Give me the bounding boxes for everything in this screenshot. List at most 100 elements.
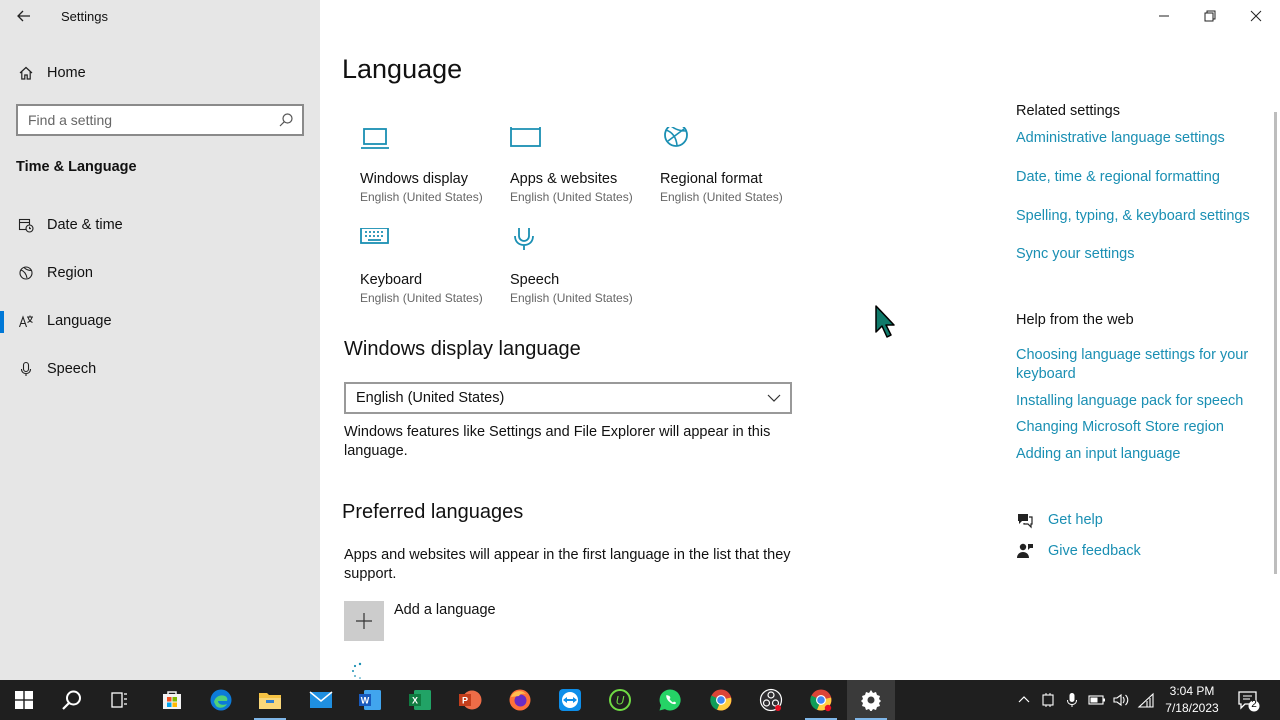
taskbar-powerpoint[interactable]: P	[446, 680, 494, 720]
taskbar-teamviewer[interactable]	[546, 680, 594, 720]
page-title: Language	[342, 54, 463, 84]
taskbar: W X P U 3:04 PM 7/18/2023 2	[0, 680, 1280, 720]
help-link-input-language[interactable]: Adding an input language	[1016, 445, 1256, 464]
taskbar-clock[interactable]: 3:04 PM 7/18/2023	[1156, 683, 1228, 717]
taskbar-mail[interactable]	[297, 680, 345, 720]
taskbar-chrome[interactable]	[697, 680, 745, 720]
help-link-language-pack-speech[interactable]: Installing language pack for speech	[1016, 392, 1256, 411]
tile-name: Keyboard	[360, 272, 423, 288]
search-field-container	[16, 104, 304, 136]
close-button[interactable]	[1233, 0, 1279, 32]
wifi-icon[interactable]	[1136, 690, 1156, 710]
microphone-icon	[510, 221, 542, 260]
help-link-store-region[interactable]: Changing Microsoft Store region	[1016, 418, 1256, 437]
help-link-keyboard-language[interactable]: Choosing language settings for your keyb…	[1016, 346, 1256, 384]
sidebar-item-speech[interactable]: Speech	[0, 349, 320, 389]
taskbar-firefox[interactable]	[496, 680, 544, 720]
start-icon	[15, 691, 33, 709]
taskbar-excel[interactable]: X	[396, 680, 444, 720]
related-link-admin-language[interactable]: Administrative language settings	[1016, 129, 1256, 148]
tile-speech[interactable]: Speech English (United States)	[510, 221, 650, 318]
sidebar-item-home[interactable]: Home	[0, 56, 320, 90]
restore-button[interactable]	[1187, 0, 1233, 32]
back-arrow-icon	[17, 10, 30, 22]
tile-subtitle: English (United States)	[510, 291, 633, 305]
tile-name: Speech	[510, 272, 560, 288]
back-button[interactable]	[14, 6, 34, 26]
add-language-button[interactable]	[344, 601, 384, 641]
volume-icon[interactable]	[1111, 690, 1131, 710]
sidebar-item-language[interactable]: Language	[0, 301, 320, 341]
taskbar-file-explorer[interactable]	[246, 680, 294, 720]
sidebar-item-label: Date & time	[47, 217, 123, 233]
give-feedback-link[interactable]: Give feedback	[1048, 543, 1141, 559]
store-icon	[163, 691, 181, 709]
microphone-icon	[17, 360, 35, 378]
tile-subtitle: English (United States)	[360, 190, 483, 204]
globe-icon	[17, 264, 35, 282]
scrollbar[interactable]	[1274, 112, 1277, 574]
svg-text:P: P	[462, 696, 468, 706]
action-center-button[interactable]: 2	[1236, 688, 1260, 712]
taskbar-obs[interactable]	[747, 680, 795, 720]
tile-name: Windows display	[360, 171, 468, 187]
display-language-value: English (United States)	[356, 390, 505, 406]
tile-apps-websites[interactable]: Apps & websites English (United States)	[510, 123, 650, 217]
search-icon[interactable]	[278, 112, 294, 128]
task-view-button[interactable]	[96, 680, 144, 720]
edge-icon	[210, 689, 232, 711]
tile-regional-format[interactable]: Regional format English (United States)	[660, 123, 800, 217]
firefox-icon	[509, 689, 531, 711]
chrome-icon	[710, 689, 732, 711]
related-link-spelling-typing[interactable]: Spelling, typing, & keyboard settings	[1016, 207, 1256, 226]
section-title: Time & Language	[16, 159, 137, 175]
display-language-heading: Windows display language	[344, 338, 581, 360]
whatsapp-icon	[659, 689, 681, 711]
display-language-select[interactable]: English (United States)	[344, 382, 792, 414]
start-button[interactable]	[0, 680, 48, 720]
related-link-date-time-regional[interactable]: Date, time & regional formatting	[1016, 168, 1256, 187]
tile-subtitle: English (United States)	[510, 190, 633, 204]
related-link-sync-settings[interactable]: Sync your settings	[1016, 245, 1256, 264]
taskbar-edge[interactable]	[197, 680, 245, 720]
taskbar-upwork[interactable]: U	[596, 680, 644, 720]
sidebar-item-label: Language	[47, 313, 112, 329]
related-settings-heading: Related settings	[1016, 103, 1120, 119]
restore-icon	[1204, 10, 1216, 22]
taskbar-whatsapp[interactable]	[646, 680, 694, 720]
sidebar-item-label: Region	[47, 265, 93, 281]
close-icon	[1250, 10, 1262, 22]
task-view-icon	[111, 692, 127, 708]
battery-icon[interactable]	[1087, 690, 1107, 710]
preferred-languages-heading: Preferred languages	[342, 501, 524, 523]
chevron-down-icon	[766, 390, 782, 406]
obs-icon	[759, 688, 783, 712]
sidebar: Settings Home Time & Language Date & tim…	[0, 0, 320, 680]
tray-device-icon[interactable]	[1038, 690, 1058, 710]
tray-microphone-icon[interactable]	[1062, 690, 1082, 710]
minimize-icon	[1159, 15, 1169, 17]
app-title: Settings	[61, 9, 108, 24]
laptop-icon	[360, 127, 392, 159]
taskbar-store[interactable]	[148, 680, 196, 720]
upwork-icon: U	[609, 689, 631, 711]
add-language-label[interactable]: Add a language	[394, 602, 496, 618]
keyboard-icon	[360, 227, 392, 260]
tile-windows-display[interactable]: Windows display English (United States)	[360, 127, 500, 217]
sidebar-item-region[interactable]: Region	[0, 253, 320, 293]
tray-overflow-chevron-icon[interactable]	[1014, 690, 1034, 710]
window-icon	[510, 123, 542, 159]
taskbar-search-button[interactable]	[48, 680, 96, 720]
sidebar-item-date-time[interactable]: Date & time	[0, 205, 320, 245]
taskbar-settings[interactable]	[847, 680, 895, 720]
plus-icon	[356, 613, 372, 629]
tile-name: Apps & websites	[510, 171, 618, 187]
get-help-link[interactable]: Get help	[1048, 512, 1103, 528]
tile-keyboard[interactable]: Keyboard English (United States)	[360, 227, 500, 318]
regional-globe-icon	[660, 123, 692, 159]
taskbar-chrome-second[interactable]	[797, 680, 845, 720]
file-explorer-icon	[259, 693, 281, 709]
minimize-button[interactable]	[1141, 0, 1187, 32]
search-input[interactable]	[18, 106, 258, 134]
taskbar-word[interactable]: W	[346, 680, 394, 720]
